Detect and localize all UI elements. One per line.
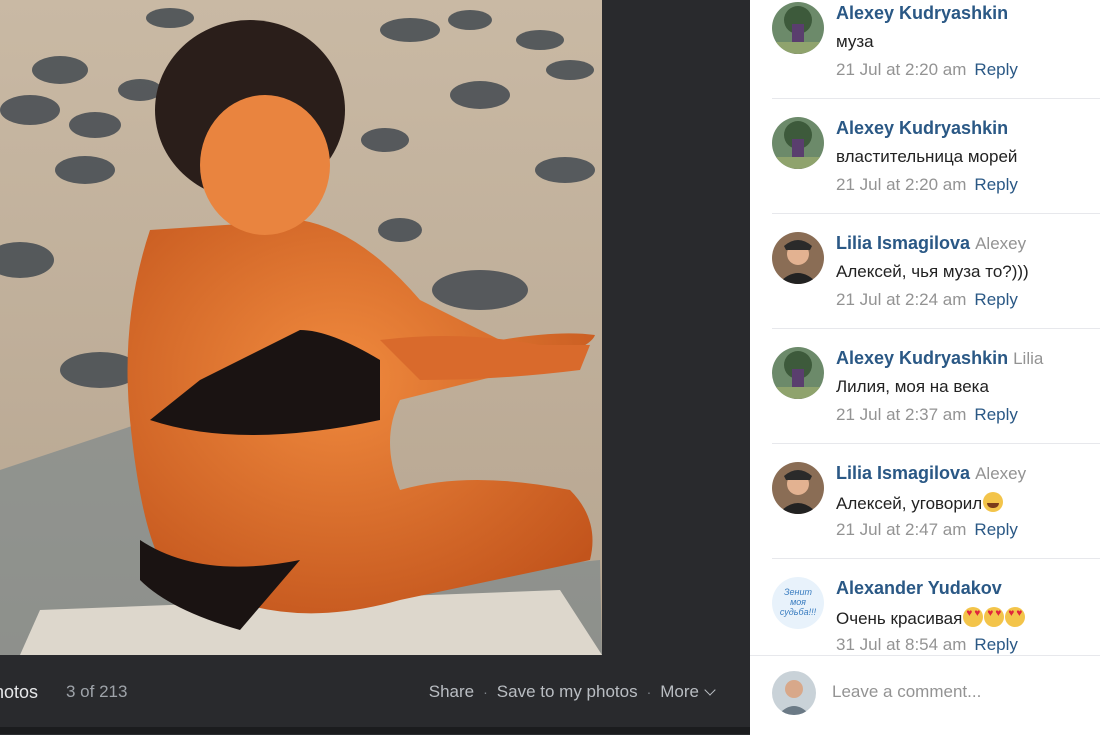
separator-dot: · (646, 684, 652, 700)
comment-text: Алексей, уговорил (836, 492, 1004, 514)
share-button[interactable]: Share (429, 682, 474, 702)
comment-meta: 21 Jul at 2:20 am Reply (836, 60, 1018, 80)
heart-eyes-emoji-icon (984, 607, 1005, 627)
comment-text: властительница морей (836, 147, 1018, 166)
reply-to-name: Lilia (1013, 349, 1044, 368)
comment-item: Alexey Kudryashkin властительница морей … (772, 115, 1100, 230)
comment-item: Alexey Kudryashkin муза 21 Jul at 2:20 a… (772, 0, 1100, 115)
more-label: More (660, 682, 699, 701)
current-user-avatar[interactable] (772, 671, 816, 715)
divider (772, 443, 1100, 444)
comment-meta: 21 Jul at 2:37 am Reply (836, 405, 1018, 425)
avatar-lilia[interactable] (772, 462, 824, 514)
comment-text: Лилия, моя на века (836, 377, 989, 396)
reply-link[interactable]: Reply (974, 290, 1017, 309)
comment-item: Alexey Kudryashkin Lilia Лилия, моя на в… (772, 345, 1100, 460)
comment-time[interactable]: 21 Jul at 2:20 am (836, 60, 966, 79)
comment-item: Lilia Ismagilova Alexey Алексей, чья муз… (772, 230, 1100, 345)
comment-text: Алексей, чья муза то?))) (836, 262, 1029, 281)
separator-dot: · (483, 684, 488, 700)
divider (772, 98, 1100, 99)
comment-time[interactable]: 31 Jul at 8:54 am (836, 635, 966, 654)
comment-meta: 21 Jul at 2:47 am Reply (836, 520, 1018, 540)
comment-text-content: Очень красивая (836, 609, 963, 628)
comment-author[interactable]: Lilia Ismagilova Alexey (836, 463, 1026, 484)
chevron-down-icon (704, 684, 716, 696)
comment-text: муза (836, 32, 874, 51)
comment-author[interactable]: Alexey Kudryashkin Lilia (836, 348, 1043, 369)
comment-meta: 21 Jul at 2:20 am Reply (836, 175, 1018, 195)
comment-time[interactable]: 21 Jul at 2:24 am (836, 290, 966, 309)
reply-link[interactable]: Reply (974, 175, 1017, 194)
comment-author[interactable]: Alexey Kudryashkin (836, 118, 1008, 139)
reply-link[interactable]: Reply (974, 635, 1017, 654)
author-name: Alexey Kudryashkin (836, 3, 1009, 23)
comment-item: Lilia Ismagilova Alexey Алексей, уговори… (772, 460, 1100, 575)
grinning-squinting-emoji-icon (983, 492, 1004, 512)
avatar-lilia[interactable] (772, 232, 824, 284)
comment-text: Очень красивая (836, 607, 1026, 629)
author-name: Alexey Kudryashkin (836, 348, 1009, 368)
filmstrip (0, 727, 750, 734)
divider (772, 328, 1100, 329)
divider (772, 213, 1100, 214)
avatar-alexander[interactable]: Зенит моя судьба!!! (772, 577, 824, 629)
author-name: Lilia Ismagilova (836, 233, 971, 253)
reply-link[interactable]: Reply (974, 520, 1017, 539)
avatar-alexey[interactable] (772, 347, 824, 399)
comments-panel: Alexey Kudryashkin муза 21 Jul at 2:20 a… (750, 0, 1100, 735)
comment-text-content: Алексей, уговорил (836, 494, 983, 513)
comment-item: Зенит моя судьба!!! Alexander Yudakov Оч… (772, 575, 1100, 655)
comment-time[interactable]: 21 Jul at 2:20 am (836, 175, 966, 194)
comment-time[interactable]: 21 Jul at 2:47 am (836, 520, 966, 539)
comment-input[interactable]: Leave a comment... (832, 682, 981, 702)
comment-meta: 31 Jul at 8:54 am Reply (836, 635, 1018, 655)
heart-eyes-emoji-icon (1005, 607, 1026, 627)
comments-list[interactable]: Alexey Kudryashkin муза 21 Jul at 2:20 a… (750, 0, 1100, 655)
save-to-my-photos-button[interactable]: Save to my photos (497, 682, 638, 702)
author-name: Lilia Ismagilova (836, 463, 971, 483)
comment-time[interactable]: 21 Jul at 2:37 am (836, 405, 966, 424)
svg-text:моя: моя (790, 597, 806, 607)
beach-photo-image (0, 0, 602, 655)
photo[interactable] (0, 0, 602, 655)
more-button[interactable]: More (660, 682, 716, 702)
album-link[interactable]: hotos (0, 682, 38, 703)
reply-to-name: Alexey (975, 234, 1027, 253)
reply-to-name: Alexey (975, 464, 1027, 483)
photo-viewer: hotos 3 of 213 Share · Save to my photos… (0, 0, 750, 734)
comment-meta: 21 Jul at 2:24 am Reply (836, 290, 1018, 310)
author-name: Alexander Yudakov (836, 578, 1002, 598)
photo-counter: 3 of 213 (66, 682, 128, 701)
reply-link[interactable]: Reply (974, 405, 1017, 424)
photo-bottom-bar: hotos 3 of 213 Share · Save to my photos… (0, 655, 750, 727)
svg-text:судьба!!!: судьба!!! (780, 607, 817, 617)
avatar-alexey[interactable] (772, 117, 824, 169)
author-name: Alexey Kudryashkin (836, 118, 1009, 138)
heart-eyes-emoji-icon (963, 607, 984, 627)
reply-link[interactable]: Reply (974, 60, 1017, 79)
comment-composer: Leave a comment... (750, 655, 1100, 735)
svg-text:Зенит: Зенит (784, 587, 812, 597)
comment-author[interactable]: Alexander Yudakov (836, 578, 1002, 599)
comment-author[interactable]: Lilia Ismagilova Alexey (836, 233, 1026, 254)
photo-actions: Share · Save to my photos · More (429, 682, 716, 702)
avatar-alexey[interactable] (772, 2, 824, 54)
comment-author[interactable]: Alexey Kudryashkin (836, 3, 1008, 24)
divider (772, 558, 1100, 559)
